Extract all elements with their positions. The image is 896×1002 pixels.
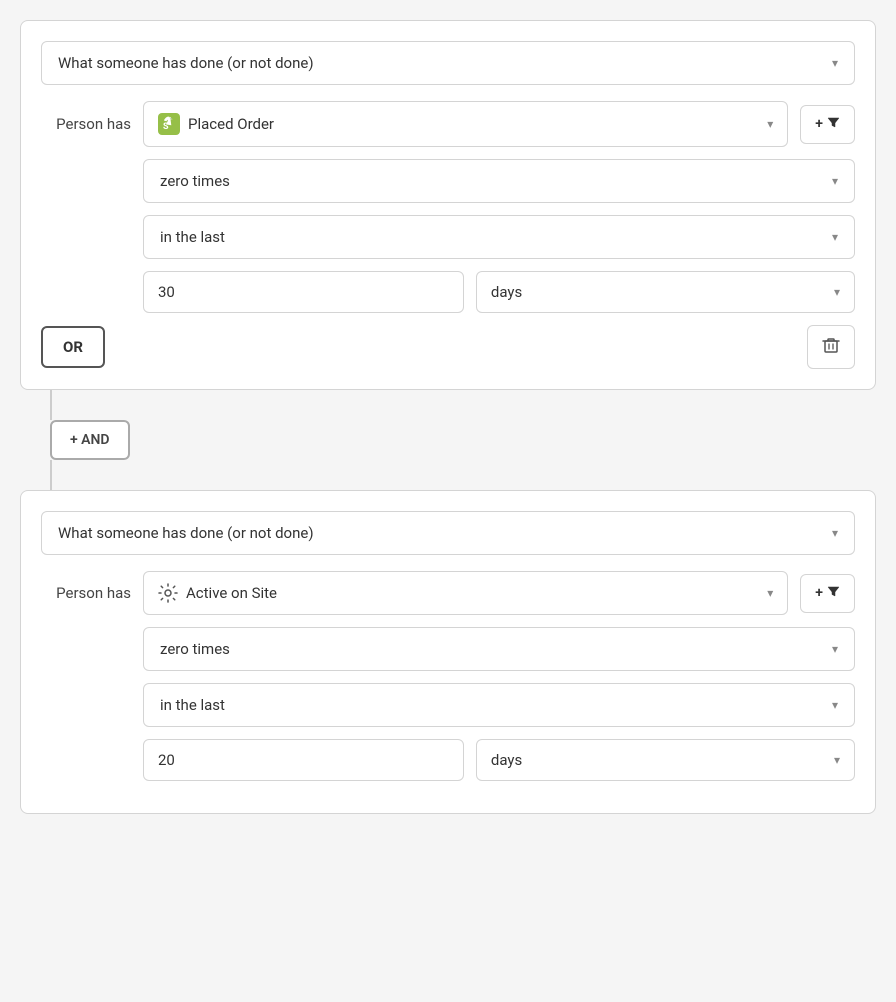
event-label-2: Active on Site — [186, 584, 277, 602]
delete-button-1[interactable] — [807, 325, 855, 369]
person-has-row-1: Person has S Placed Order ▾ + — [41, 101, 855, 147]
person-has-label-2: Person has — [41, 584, 131, 602]
chevron-down-icon-1: ▾ — [832, 56, 838, 70]
chevron-down-icon-freq-2: ▾ — [832, 642, 838, 656]
filter-funnel-icon-2 — [827, 585, 840, 602]
vertical-line-top — [50, 390, 52, 420]
filter-funnel-icon — [827, 116, 840, 133]
condition-block-2: What someone has done (or not done) ▾ Pe… — [20, 490, 876, 814]
chevron-down-icon-unit-2: ▾ — [834, 753, 840, 767]
unit-label-1: days — [491, 283, 522, 301]
number-unit-row-2: days ▾ — [143, 739, 855, 781]
frequency-label-1: zero times — [160, 172, 230, 190]
person-has-row-2: Person has Active on Site ▾ + — [41, 571, 855, 615]
bottom-row-1: OR — [41, 325, 855, 369]
main-event-type-label-2: What someone has done (or not done) — [58, 524, 314, 542]
event-dropdown-inner-2: Active on Site — [158, 583, 277, 603]
number-input-2[interactable] — [143, 739, 464, 781]
event-dropdown-1[interactable]: S Placed Order ▾ — [143, 101, 788, 147]
trash-icon — [822, 336, 840, 358]
chevron-down-icon-event-2: ▾ — [767, 586, 773, 600]
frequency-dropdown-2[interactable]: zero times ▾ — [143, 627, 855, 671]
number-input-1[interactable] — [143, 271, 464, 313]
add-filter-button-1[interactable]: + — [800, 105, 855, 144]
unit-dropdown-2[interactable]: days ▾ — [476, 739, 855, 781]
event-dropdown-inner-1: S Placed Order — [158, 113, 274, 135]
frequency-dropdown-1[interactable]: zero times ▾ — [143, 159, 855, 203]
vertical-line-bottom — [50, 460, 52, 490]
or-button-1[interactable]: OR — [41, 326, 105, 368]
chevron-down-icon-2: ▾ — [832, 526, 838, 540]
main-event-type-dropdown-2[interactable]: What someone has done (or not done) ▾ — [41, 511, 855, 555]
number-unit-row-1: days ▾ — [143, 271, 855, 313]
svg-text:S: S — [163, 122, 169, 132]
timeframe-dropdown-2[interactable]: in the last ▾ — [143, 683, 855, 727]
event-label-1: Placed Order — [188, 115, 274, 133]
condition-block-1: What someone has done (or not done) ▾ Pe… — [20, 20, 876, 390]
timeframe-dropdown-1[interactable]: in the last ▾ — [143, 215, 855, 259]
filter-plus-icon: + — [815, 116, 823, 132]
chevron-down-icon-time-1: ▾ — [832, 230, 838, 244]
gear-icon — [158, 583, 178, 603]
and-button[interactable]: + AND — [50, 420, 130, 460]
main-event-type-dropdown-1[interactable]: What someone has done (or not done) ▾ — [41, 41, 855, 85]
unit-label-2: days — [491, 751, 522, 769]
timeframe-label-1: in the last — [160, 228, 225, 246]
chevron-down-icon-unit-1: ▾ — [834, 285, 840, 299]
shopify-icon: S — [158, 113, 180, 135]
chevron-down-icon-event-1: ▾ — [767, 117, 773, 131]
main-event-type-label-1: What someone has done (or not done) — [58, 54, 314, 72]
chevron-down-icon-time-2: ▾ — [832, 698, 838, 712]
timeframe-label-2: in the last — [160, 696, 225, 714]
event-dropdown-2[interactable]: Active on Site ▾ — [143, 571, 788, 615]
frequency-label-2: zero times — [160, 640, 230, 658]
filter-plus-icon-2: + — [815, 585, 823, 601]
unit-dropdown-1[interactable]: days ▾ — [476, 271, 855, 313]
add-filter-button-2[interactable]: + — [800, 574, 855, 613]
chevron-down-icon-freq-1: ▾ — [832, 174, 838, 188]
connector-1: + AND — [20, 390, 876, 490]
person-has-label-1: Person has — [41, 115, 131, 133]
